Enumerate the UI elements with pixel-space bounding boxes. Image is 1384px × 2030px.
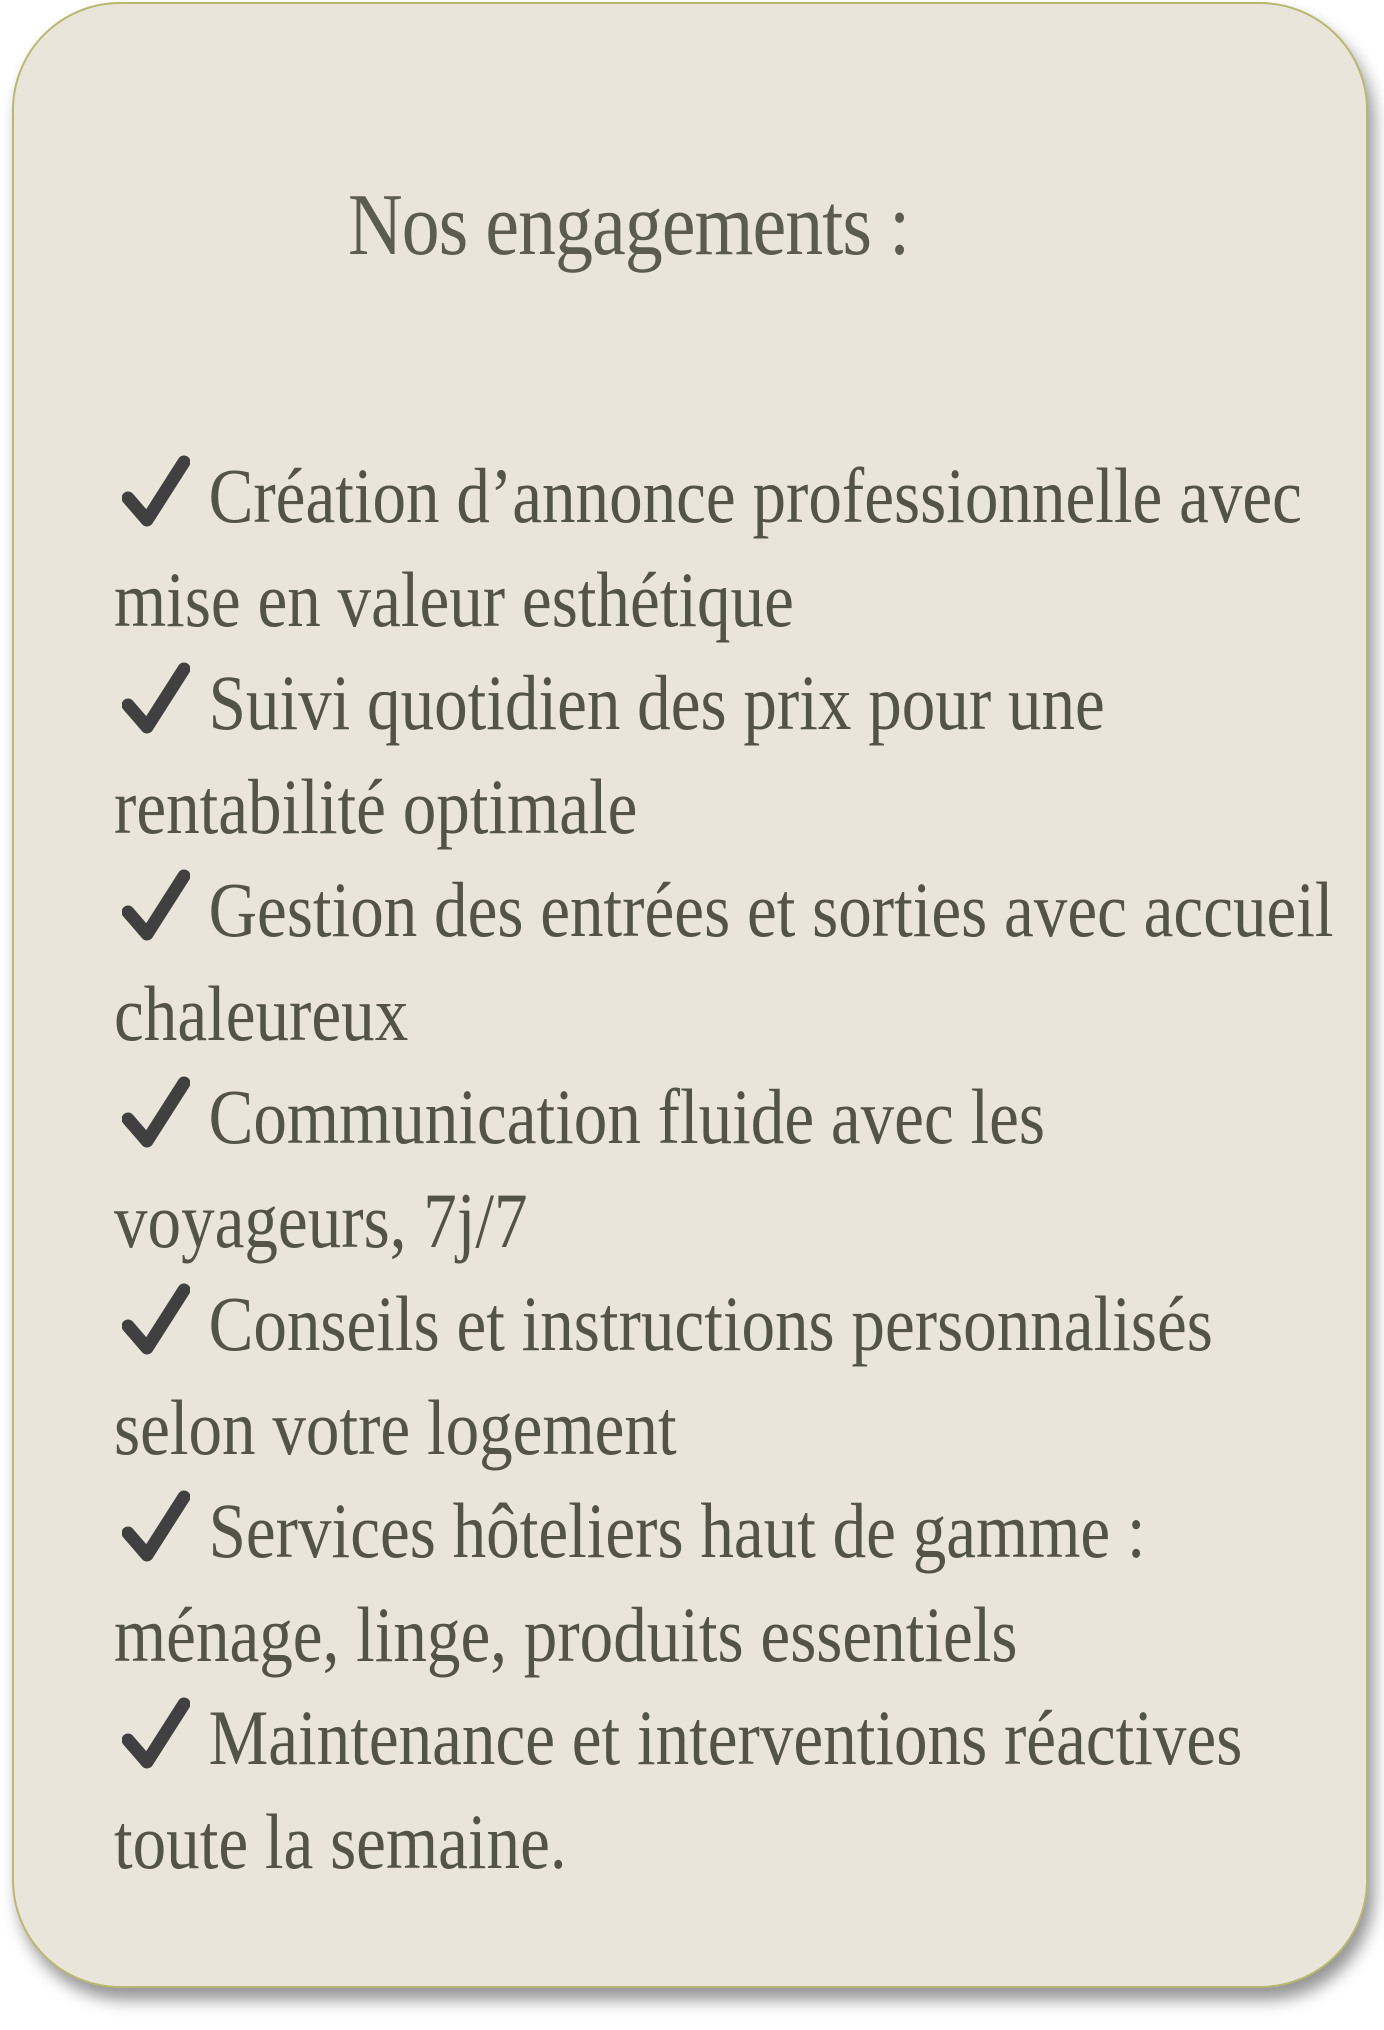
item-text-line1: Suivi quotidien des prix pour une — [208, 659, 1105, 746]
item-text-line2: chaleureux — [114, 969, 409, 1057]
list-item: Services hôteliers haut de gamme : ménag… — [114, 1479, 1328, 1686]
item-text-line2: selon votre logement — [114, 1383, 677, 1471]
engagements-list: Création d’annonce professionnelle avec … — [114, 444, 1334, 1893]
list-item: Gestion des entrées et sorties avec accu… — [114, 858, 1334, 1065]
list-item: Communication fluide avec les voyageurs,… — [114, 1065, 1328, 1272]
item-text-line1: Services hôteliers haut de gamme : — [208, 1487, 1146, 1574]
item-text-line1: Création d’annonce professionnelle avec — [208, 452, 1302, 539]
item-text-line1: Gestion des entrées et sorties avec accu… — [208, 866, 1334, 953]
item-text-line2: ménage, linge, produits essentiels — [114, 1590, 1018, 1678]
item-text-line2: rentabilité optimale — [114, 762, 638, 850]
list-item: Conseils et instructions personnalisés s… — [114, 1272, 1328, 1479]
engagements-card: Nos engagements : Création d’annonce pro… — [12, 2, 1368, 1988]
list-item: Création d’annonce professionnelle avec … — [114, 444, 1328, 651]
list-item: Suivi quotidien des prix pour une rentab… — [114, 651, 1328, 858]
list-item: Maintenance et interventions réactives t… — [114, 1686, 1328, 1893]
item-text-line1: Communication fluide avec les — [208, 1073, 1046, 1160]
item-text-line2: toute la semaine. — [114, 1797, 567, 1885]
item-text-line1: Maintenance et interventions réactives — [208, 1694, 1243, 1781]
card-title: Nos engagements : — [348, 177, 910, 274]
item-text-line2: mise en valeur esthétique — [114, 555, 794, 643]
item-text-line1: Conseils et instructions personnalisés — [208, 1280, 1213, 1367]
item-text-line2: voyageurs, 7j/7 — [114, 1176, 528, 1264]
